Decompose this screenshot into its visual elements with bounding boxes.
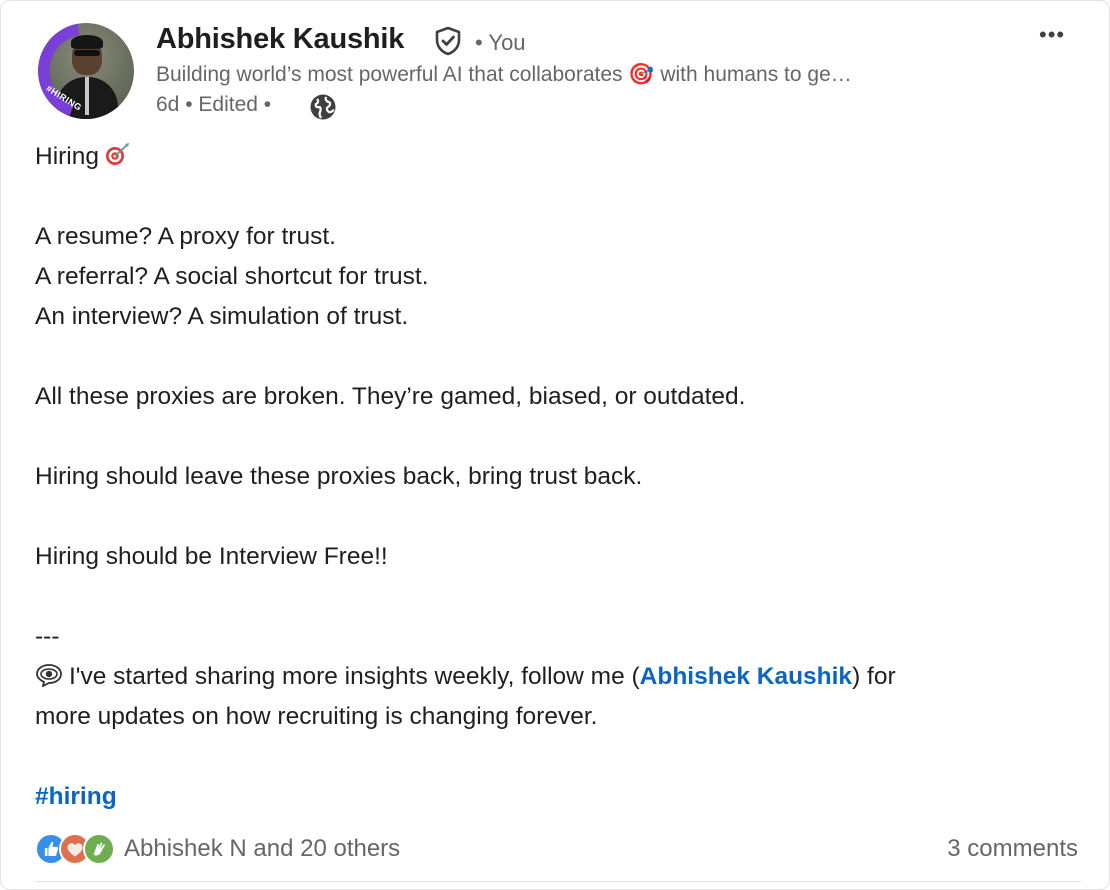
post-edited: • Edited • — [185, 93, 272, 116]
post-line-title: Hiring — [35, 137, 1075, 177]
separator-line: --- — [35, 623, 60, 650]
post-card: #HIRING Abhishek Kaushik • You Building … — [0, 0, 1110, 890]
post-line: A referral? A social shortcut for trust. — [35, 263, 429, 290]
hiring-frame — [38, 23, 134, 119]
author-avatar[interactable]: #HIRING — [38, 23, 134, 119]
post-line: Hiring should leave these proxies back, … — [35, 463, 643, 490]
author-name[interactable]: Abhishek Kaushik — [156, 23, 404, 56]
post-line: All these proxies are broken. They’re ga… — [35, 383, 746, 410]
post-line: Hiring should be Interview Free!! — [35, 543, 388, 570]
footer-divider — [35, 881, 1081, 882]
reaction-icons[interactable] — [35, 833, 117, 867]
comments-count-link[interactable]: 3 comments — [947, 835, 1078, 863]
post-line-follow: I've started sharing more insights weekl… — [35, 657, 1075, 697]
author-mention-link[interactable]: Abhishek Kaushik — [640, 663, 852, 690]
hashtag-link[interactable]: #hiring — [35, 783, 117, 810]
target-emoji-icon — [106, 143, 129, 165]
reactions-count-link[interactable]: Abhishek N and 20 others — [124, 835, 400, 863]
post-meta: 6d • Edited • — [156, 93, 271, 117]
post-body: Hiring A resume? A proxy for trust. A re… — [35, 137, 1075, 817]
post-line: more updates on how recruiting is changi… — [35, 703, 598, 730]
connection-degree: • You — [475, 30, 526, 55]
post-time: 6d — [156, 93, 180, 116]
more-options-icon[interactable]: ••• — [1039, 24, 1075, 46]
author-headline: Building world’s most powerful AI that c… — [156, 63, 852, 86]
verified-shield-icon — [435, 26, 461, 56]
post-line: An interview? A simulation of trust. — [35, 303, 409, 330]
post-line: A resume? A proxy for trust. — [35, 223, 336, 250]
eye-in-speech-bubble-icon — [36, 664, 62, 687]
celebrate-icon — [83, 833, 115, 865]
globe-icon — [310, 94, 336, 120]
